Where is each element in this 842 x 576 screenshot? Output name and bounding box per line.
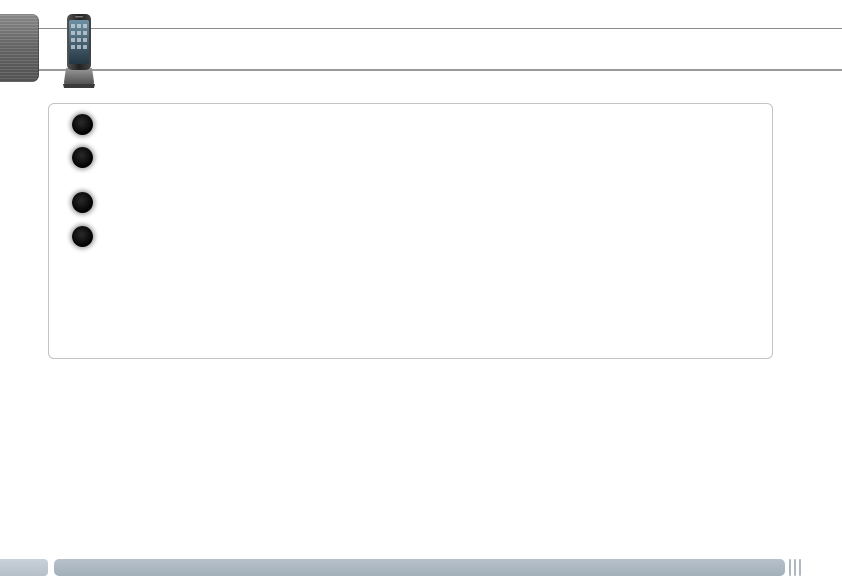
bullet-3-icon xyxy=(72,192,93,213)
footer-bar xyxy=(54,559,785,576)
bullet-1-icon xyxy=(72,114,93,135)
footer-mark xyxy=(799,559,801,576)
smartphone-in-dock-icon xyxy=(60,12,98,90)
footer-end-marks xyxy=(789,559,801,576)
bullet-4-icon xyxy=(72,226,93,247)
chapter-side-tab xyxy=(0,14,39,82)
footer-mark xyxy=(794,559,796,576)
header-bottom-rule xyxy=(39,69,842,71)
notes-panel xyxy=(48,103,773,359)
bullet-2-icon xyxy=(72,147,93,168)
footer-mark xyxy=(789,559,791,576)
header-top-rule xyxy=(39,28,842,29)
footer-page-number-tab xyxy=(0,559,48,576)
